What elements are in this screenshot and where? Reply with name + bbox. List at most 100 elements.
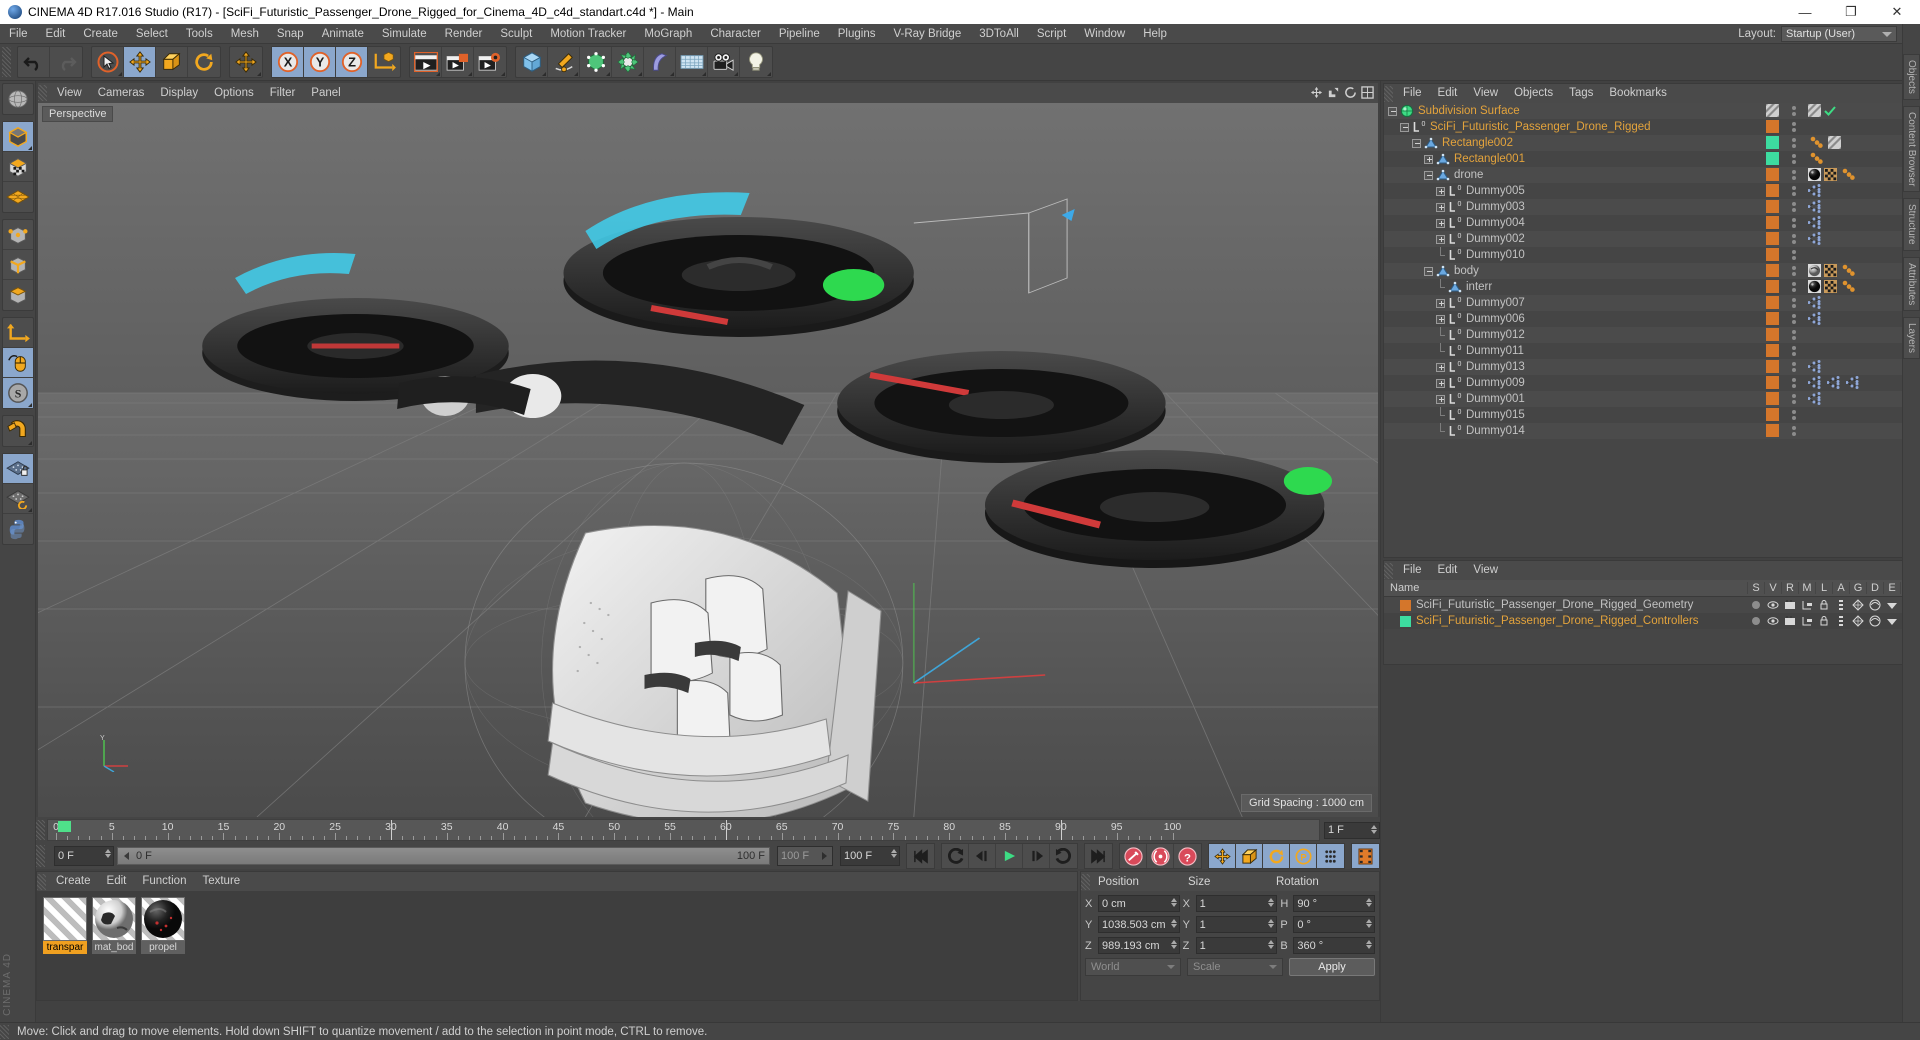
layer-color-chip[interactable]	[1400, 599, 1411, 611]
object-tag-area[interactable]	[1807, 296, 1824, 312]
menu-sculpt[interactable]: Sculpt	[491, 24, 541, 44]
object-color-chip[interactable]	[1766, 264, 1779, 277]
layer-column-e[interactable]: E	[1883, 582, 1900, 594]
world-object-axis-button[interactable]	[230, 47, 262, 77]
layer-expression-toggle[interactable]	[1883, 615, 1900, 627]
layer-render-toggle[interactable]	[1781, 615, 1798, 627]
object-tag-area[interactable]	[1807, 200, 1824, 216]
edge-tab-attributes[interactable]: Attributes	[1903, 256, 1920, 312]
layer-manager-toggle[interactable]	[1798, 599, 1815, 611]
layer-render-toggle[interactable]	[1781, 599, 1798, 611]
rotate-tool-button[interactable]	[188, 47, 220, 77]
menu-tools[interactable]: Tools	[177, 24, 222, 44]
layer-lock-toggle[interactable]	[1815, 599, 1832, 611]
object-axis-icon[interactable]	[2, 318, 33, 348]
move-tool-button[interactable]	[124, 47, 156, 77]
menu-create[interactable]: Create	[74, 24, 127, 44]
object-color-chip[interactable]	[1766, 376, 1779, 389]
redo-button[interactable]	[50, 47, 82, 77]
object-tag-area[interactable]	[1807, 392, 1824, 408]
material-preview-dark-sphere[interactable]	[141, 897, 185, 941]
object-color-chip[interactable]	[1766, 104, 1779, 117]
visibility-dots[interactable]	[1792, 250, 1796, 260]
lock-workplane-icon[interactable]	[2, 454, 33, 484]
menu-plugins[interactable]: Plugins	[829, 24, 885, 44]
tag-dots[interactable]	[1808, 136, 1825, 152]
layer-column-m[interactable]: M	[1798, 582, 1815, 594]
tag-check[interactable]	[1824, 105, 1836, 120]
visibility-dots[interactable]	[1792, 362, 1796, 372]
object-tree-row[interactable]: drone	[1384, 167, 1917, 183]
status-grip[interactable]	[0, 1024, 9, 1039]
object-menu-view[interactable]: View	[1465, 84, 1506, 103]
tag-xpresso[interactable]	[1807, 296, 1824, 312]
layer-column-l[interactable]: L	[1815, 582, 1832, 594]
object-color-chip[interactable]	[1766, 136, 1779, 149]
object-tree-row[interactable]: 0 Dummy012	[1384, 327, 1917, 343]
object-color-chip[interactable]	[1766, 280, 1779, 293]
go-to-previous-key-button[interactable]	[942, 844, 969, 868]
x-axis-lock-button[interactable]: X	[272, 47, 304, 77]
tag-dots[interactable]	[1840, 264, 1857, 280]
stepper-arrows[interactable]	[1366, 898, 1373, 907]
object-tree-row[interactable]: 0 Dummy013	[1384, 359, 1917, 375]
object-tree-row[interactable]: 0 Dummy015	[1384, 407, 1917, 423]
position-x-field[interactable]: 0 cm	[1098, 895, 1180, 912]
stepper-arrows[interactable]	[1268, 919, 1275, 928]
object-color-chip[interactable]	[1766, 328, 1779, 341]
menu-animate[interactable]: Animate	[313, 24, 373, 44]
collapse-node-icon[interactable]	[1400, 122, 1409, 132]
object-color-chip[interactable]	[1766, 312, 1779, 325]
object-tag-area[interactable]	[1807, 376, 1862, 392]
object-color-chip[interactable]	[1766, 120, 1779, 133]
object-tree-row[interactable]: Rectangle001	[1384, 151, 1917, 167]
size-x-field[interactable]: 1	[1195, 895, 1278, 912]
expand-node-icon[interactable]	[1436, 394, 1445, 404]
visibility-dots[interactable]	[1792, 426, 1796, 436]
parameter-key-button[interactable]: P	[1290, 844, 1317, 868]
menu-edit[interactable]: Edit	[37, 24, 75, 44]
object-tree-row[interactable]: 0 SciFi_Futuristic_Passenger_Drone_Rigged	[1384, 119, 1917, 135]
object-tree-row[interactable]: 0 Dummy009	[1384, 375, 1917, 391]
menu-simulate[interactable]: Simulate	[373, 24, 436, 44]
menu-motion-tracker[interactable]: Motion Tracker	[541, 24, 635, 44]
material-menu-create[interactable]: Create	[48, 872, 99, 891]
layer-generator-toggle[interactable]	[1849, 599, 1866, 611]
object-tree-row[interactable]: 0 Dummy004	[1384, 215, 1917, 231]
object-tag-area[interactable]	[1808, 152, 1825, 168]
visibility-dots[interactable]	[1792, 298, 1796, 308]
object-tree-row[interactable]: 0 Dummy005	[1384, 183, 1917, 199]
position-y-field[interactable]: 1038.503 cm	[1098, 916, 1180, 933]
collapse-node-icon[interactable]	[1412, 138, 1421, 148]
keyframe-selection-button[interactable]: ?	[1174, 844, 1201, 868]
object-color-chip[interactable]	[1766, 152, 1779, 165]
visibility-dots[interactable]	[1792, 346, 1796, 356]
add-camera-button[interactable]	[708, 47, 740, 77]
object-tag-area[interactable]	[1807, 232, 1824, 248]
collapse-node-icon[interactable]	[1388, 106, 1397, 116]
stepper-arrows[interactable]	[1268, 898, 1275, 907]
menu-character[interactable]: Character	[701, 24, 770, 44]
workplane-rotate-icon[interactable]	[2, 484, 33, 514]
collapse-node-icon[interactable]	[1424, 170, 1433, 180]
record-active-objects-button[interactable]	[1120, 844, 1147, 868]
object-tree-row[interactable]: 0 Dummy006	[1384, 311, 1917, 327]
viewport-grip[interactable]	[38, 85, 47, 101]
object-tag-area[interactable]	[1808, 168, 1857, 184]
add-spline-button[interactable]	[548, 47, 580, 77]
object-color-chip[interactable]	[1766, 248, 1779, 261]
layer-column-s[interactable]: S	[1747, 582, 1764, 594]
menu-v-ray-bridge[interactable]: V-Ray Bridge	[884, 24, 970, 44]
layer-anim-toggle[interactable]	[1832, 599, 1849, 611]
layer-view-toggle[interactable]	[1764, 599, 1781, 611]
layer-manager-grip[interactable]	[1384, 562, 1393, 579]
object-tree-row[interactable]: 0 Dummy001	[1384, 391, 1917, 407]
layer-deformer-toggle[interactable]	[1866, 599, 1883, 611]
tag-dots[interactable]	[1840, 280, 1857, 296]
minimize-button[interactable]: —	[1782, 0, 1828, 24]
layer-manager-toggle[interactable]	[1798, 615, 1815, 627]
point-level-animation-button[interactable]	[1317, 844, 1344, 868]
magnet-icon[interactable]	[3, 416, 33, 446]
max-frame-spinner[interactable]	[891, 849, 897, 858]
expand-node-icon[interactable]	[1436, 202, 1445, 212]
